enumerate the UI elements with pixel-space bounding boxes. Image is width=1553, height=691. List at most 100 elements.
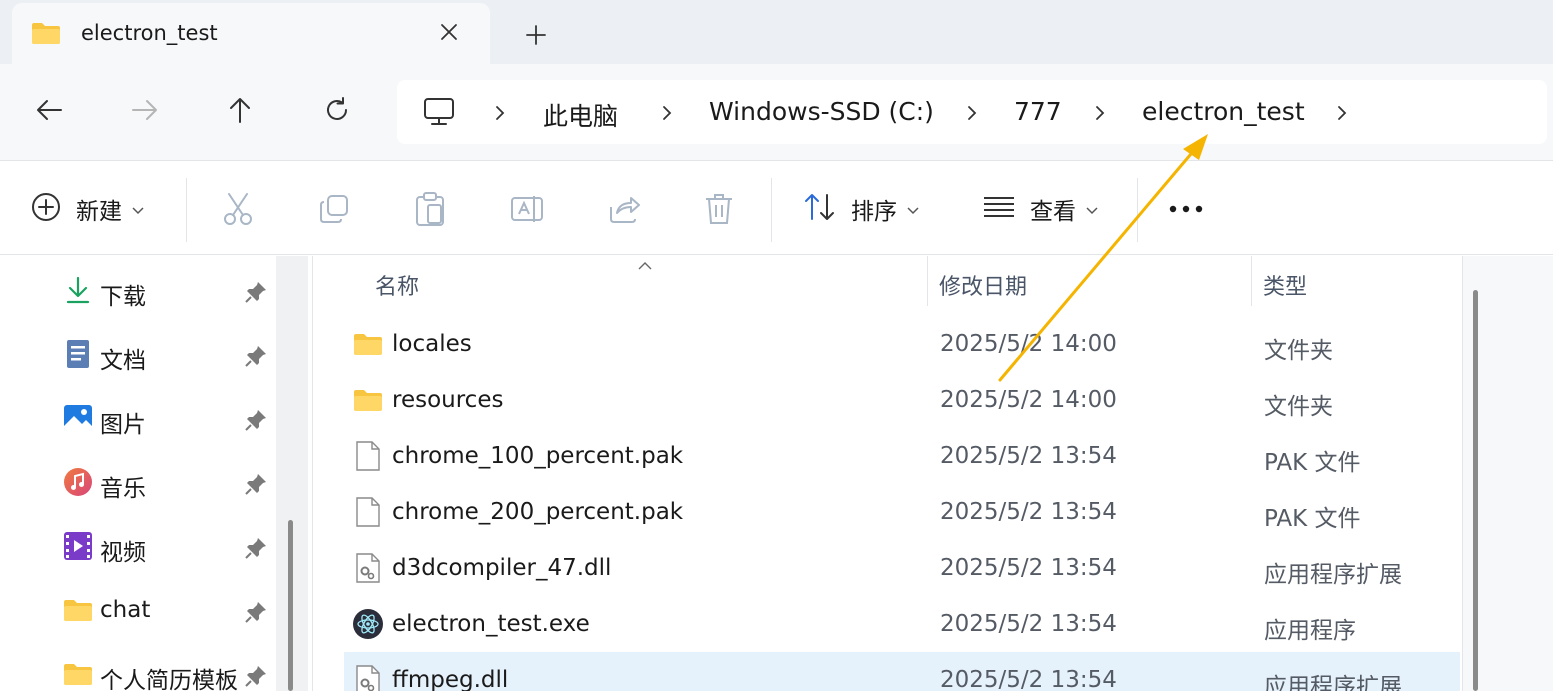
table-row[interactable]: d3dcompiler_47.dll 2025/5/2 13:54 应用程序扩展	[344, 540, 1460, 596]
file-name: chrome_200_percent.pak	[392, 499, 684, 525]
arrow-right-icon[interactable]	[123, 88, 167, 132]
copy-icon[interactable]	[318, 188, 350, 230]
column-header-date[interactable]: 修改日期	[939, 269, 1027, 301]
chevron-right-icon[interactable]	[963, 102, 981, 124]
file-name: chrome_100_percent.pak	[392, 443, 684, 469]
cut-icon[interactable]	[222, 188, 254, 230]
dll-file-icon	[352, 552, 384, 584]
breadcrumb-drive[interactable]: Windows-SSD (C:)	[709, 97, 934, 126]
close-icon[interactable]	[436, 19, 462, 45]
picture-icon	[63, 403, 93, 433]
sidebar-item-chat[interactable]: chat	[0, 581, 276, 637]
sidebar-item-label: 文档	[100, 348, 146, 374]
file-type: 应用程序扩展	[1264, 674, 1402, 691]
delete-icon[interactable]	[703, 188, 735, 230]
pin-icon[interactable]	[244, 344, 268, 368]
pin-icon[interactable]	[244, 536, 268, 560]
sort-button[interactable]: 排序	[803, 188, 919, 230]
file-date: 2025/5/2 14:00	[940, 387, 1117, 413]
table-row[interactable]: resources 2025/5/2 14:00 文件夹	[344, 372, 1460, 428]
paste-icon[interactable]	[414, 188, 446, 230]
chevron-right-icon[interactable]	[1333, 102, 1351, 124]
sidebar-item-label: chat	[100, 597, 151, 623]
breadcrumb-this-pc[interactable]: 此电脑	[543, 97, 618, 133]
sidebar-item-label: 音乐	[100, 476, 146, 502]
pin-icon[interactable]	[244, 600, 268, 624]
add-circle-icon	[30, 191, 62, 227]
column-header-type[interactable]: 类型	[1263, 269, 1307, 301]
table-row[interactable]: locales 2025/5/2 14:00 文件夹	[344, 316, 1460, 372]
view-button[interactable]: 查看	[982, 188, 1098, 230]
share-icon[interactable]	[607, 188, 641, 230]
refresh-icon[interactable]	[315, 88, 359, 132]
navigation-bar: 此电脑 Windows-SSD (C:) 777 electron_test	[0, 64, 1553, 161]
music-icon	[63, 467, 93, 497]
sidebar-item-music[interactable]: 音乐	[0, 453, 276, 509]
pin-icon[interactable]	[244, 280, 268, 304]
sidebar-item-resume-templates[interactable]: 个人简历模板	[0, 645, 276, 691]
breadcrumb-777[interactable]: 777	[1014, 97, 1062, 126]
folder-icon	[63, 595, 93, 625]
folder-icon	[63, 659, 93, 689]
rename-icon[interactable]	[510, 188, 544, 230]
column-divider[interactable]	[927, 256, 928, 306]
file-type: 文件夹	[1264, 394, 1333, 420]
computer-icon[interactable]	[423, 97, 455, 127]
command-bar: 新建 排序 查看	[0, 162, 1553, 255]
file-date: 2025/5/2 13:54	[940, 667, 1117, 691]
tab-electron-test[interactable]: electron_test	[12, 3, 490, 64]
column-divider[interactable]	[1251, 256, 1252, 306]
chevron-down-icon	[1086, 200, 1098, 219]
sidebar-item-label: 图片	[100, 412, 146, 438]
dll-file-icon	[352, 664, 384, 691]
pin-icon[interactable]	[244, 472, 268, 496]
plus-icon[interactable]	[520, 19, 552, 51]
file-icon	[352, 496, 384, 528]
chevron-right-icon[interactable]	[1091, 102, 1109, 124]
video-icon	[63, 531, 93, 561]
breadcrumb-electron-test[interactable]: electron_test	[1142, 97, 1305, 126]
arrow-up-icon[interactable]	[218, 88, 262, 132]
table-row[interactable]: ffmpeg.dll 2025/5/2 13:54 应用程序扩展	[344, 652, 1460, 691]
table-row[interactable]: electron_test.exe 2025/5/2 13:54 应用程序	[344, 596, 1460, 652]
sidebar-item-label: 个人简历模板	[100, 668, 238, 691]
file-name: ffmpeg.dll	[392, 667, 509, 691]
sidebar-scrollbar-thumb[interactable]	[288, 520, 293, 691]
pin-icon[interactable]	[244, 408, 268, 432]
file-type: 应用程序	[1264, 618, 1356, 644]
divider	[1137, 178, 1138, 242]
table-row[interactable]: chrome_100_percent.pak 2025/5/2 13:54 PA…	[344, 428, 1460, 484]
file-type: PAK 文件	[1264, 450, 1361, 476]
folder-icon	[31, 21, 61, 45]
sidebar-item-videos[interactable]: 视频	[0, 517, 276, 573]
file-icon	[352, 440, 384, 472]
sidebar-item-label: 下载	[100, 284, 146, 310]
pin-icon[interactable]	[244, 664, 268, 688]
chevron-right-icon[interactable]	[491, 102, 509, 124]
more-icon[interactable]	[1168, 188, 1204, 230]
divider	[771, 178, 772, 242]
sidebar-item-pictures[interactable]: 图片	[0, 389, 276, 445]
table-row[interactable]: chrome_200_percent.pak 2025/5/2 13:54 PA…	[344, 484, 1460, 540]
list-view-icon	[982, 195, 1016, 223]
chevron-down-icon	[907, 200, 919, 219]
file-list-scrollbar-thumb[interactable]	[1473, 290, 1478, 691]
file-name: d3dcompiler_47.dll	[392, 555, 612, 581]
new-label: 新建	[76, 199, 122, 225]
sidebar: 下载 文档 图片 音乐 视频 chat 个人简历模板	[0, 256, 276, 691]
arrow-left-icon[interactable]	[27, 88, 71, 132]
sort-label: 排序	[851, 199, 897, 225]
view-label: 查看	[1030, 199, 1076, 225]
file-list: 名称 修改日期 类型 locales 2025/5/2 14:00 文件夹 re…	[312, 256, 1461, 691]
divider	[186, 178, 187, 242]
folder-icon	[352, 384, 384, 416]
chevron-right-icon[interactable]	[658, 102, 676, 124]
column-header-name[interactable]: 名称	[375, 269, 419, 301]
sidebar-item-documents[interactable]: 文档	[0, 325, 276, 381]
tab-strip: electron_test	[0, 0, 1553, 64]
document-icon	[63, 339, 93, 369]
download-icon	[63, 275, 93, 305]
new-button[interactable]: 新建	[30, 188, 144, 230]
address-bar[interactable]: 此电脑 Windows-SSD (C:) 777 electron_test	[397, 80, 1547, 144]
sidebar-item-downloads[interactable]: 下载	[0, 261, 276, 317]
